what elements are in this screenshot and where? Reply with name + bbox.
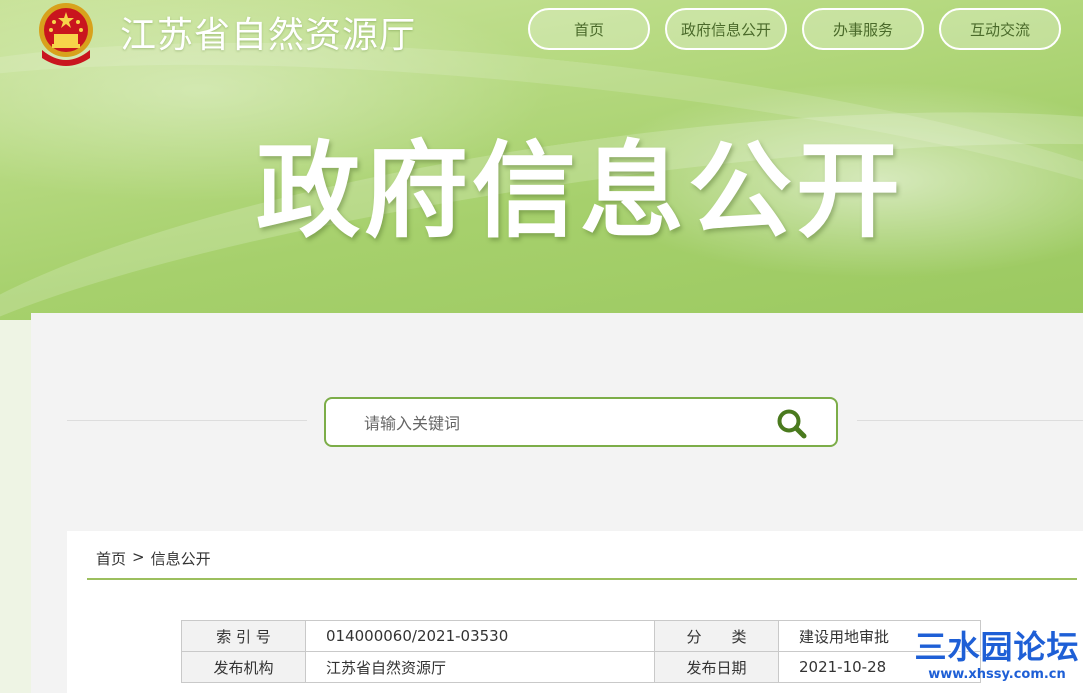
main-nav: 首页 政府信息公开 办事服务 互动交流 [528,8,1061,50]
watermark-title: 三水园论坛 [914,628,1080,666]
value-index-number: 014000060/2021-03530 [305,620,655,652]
label-category: 分 类 [654,620,779,652]
nav-services[interactable]: 办事服务 [802,8,924,50]
label-publisher: 发布机构 [181,651,306,683]
nav-home[interactable]: 首页 [528,8,650,50]
hero-title: 政府信息公开 [255,130,904,252]
label-index-number: 索 引 号 [181,620,306,652]
breadcrumb-current[interactable]: 信息公开 [151,548,211,569]
value-publisher: 江苏省自然资源厅 [305,651,655,683]
search-icon[interactable] [776,408,808,440]
nav-gov-info[interactable]: 政府信息公开 [665,8,787,50]
breadcrumb-home[interactable]: 首页 [96,548,126,569]
header-banner: 江苏省自然资源厅 首页 政府信息公开 办事服务 互动交流 政府信息公开 [0,0,1083,320]
breadcrumb: 首页 > 信息公开 [96,548,211,569]
national-emblem-icon[interactable] [32,0,100,68]
site-title[interactable]: 江苏省自然资源厅 [120,6,416,58]
breadcrumb-divider [87,578,1077,580]
label-publish-date: 发布日期 [654,651,779,683]
breadcrumb-separator: > [132,548,145,566]
table-row: 索 引 号 014000060/2021-03530 分 类 建设用地审批 [181,620,981,652]
table-row: 发布机构 江苏省自然资源厅 发布日期 2021-10-28 [181,651,981,683]
search-input[interactable] [362,409,766,437]
divider [67,420,307,421]
search-box [324,397,838,447]
nav-interaction[interactable]: 互动交流 [939,8,1061,50]
watermark-url: www.xhssy.com.cn [928,667,1066,682]
divider [857,420,1083,421]
meta-table: 索 引 号 014000060/2021-03530 分 类 建设用地审批 发布… [181,620,981,683]
watermark-logo: 三水园论坛 www.xhssy.com.cn [912,627,1082,693]
